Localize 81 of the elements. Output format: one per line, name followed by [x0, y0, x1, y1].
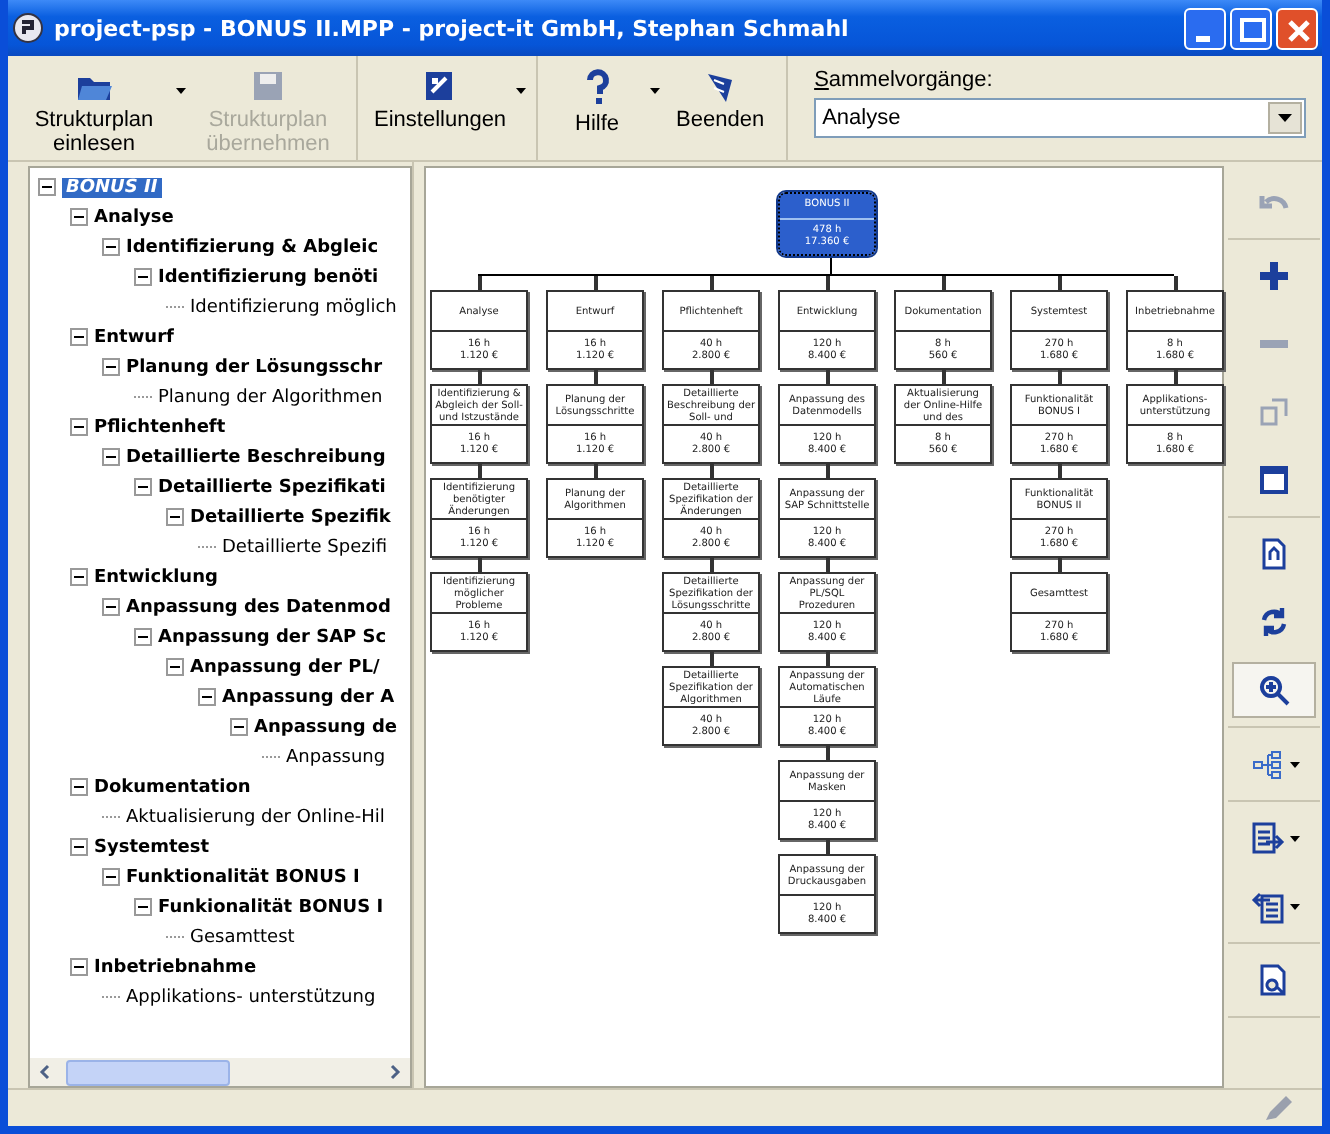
tree-item[interactable]: Anpassung der A	[222, 687, 395, 707]
tree-item[interactable]: Analyse	[94, 207, 174, 227]
collapse-icon[interactable]	[70, 778, 88, 796]
tree-item[interactable]: Anpassung der SAP Sc	[158, 627, 387, 647]
collapse-icon[interactable]	[134, 268, 152, 286]
collapse-icon[interactable]	[102, 868, 120, 886]
caret-icon	[516, 88, 527, 94]
tree-item[interactable]: Dokumentation	[94, 777, 251, 797]
tree-item[interactable]: Funktionalität BONUS I	[126, 867, 360, 887]
tree-item[interactable]: Planung der Lösungsschr	[126, 357, 383, 377]
minimize-button[interactable]	[1184, 7, 1226, 49]
tree-item[interactable]: Pflichtenheft	[94, 417, 226, 437]
preview-icon	[1256, 962, 1292, 998]
undo-icon	[1258, 192, 1290, 212]
collapse-icon[interactable]	[166, 658, 184, 676]
tree-item[interactable]: Systemtest	[94, 837, 210, 857]
tree-item[interactable]: Identifizierung möglich	[190, 297, 397, 317]
tree-item[interactable]: Detaillierte Spezifi	[222, 537, 388, 557]
tree-item[interactable]: Detaillierte Beschreibung	[126, 447, 386, 467]
collapse-icon[interactable]	[134, 628, 152, 646]
collapse-icon[interactable]	[70, 208, 88, 226]
collapse-icon[interactable]	[70, 418, 88, 436]
tree-item[interactable]: Funkionalität BONUS I	[158, 897, 384, 917]
pencil-icon	[1262, 1094, 1294, 1122]
window-icon	[1256, 462, 1292, 498]
dropdown-arrow-icon	[1278, 114, 1292, 122]
summary-dropdown[interactable]: Analyse	[814, 98, 1306, 138]
tree-item[interactable]: Gesamttest	[190, 927, 295, 947]
hierarchy-icon	[1249, 746, 1285, 782]
tree-item[interactable]: Applikations- unterstützung	[126, 987, 376, 1007]
window-title: project-psp - BONUS II.MPP - project-it GmbH, Stephan Schmahl	[54, 15, 849, 41]
summary-label: Sammelvorgänge:	[814, 68, 995, 92]
tree-item[interactable]: BONUS II	[62, 177, 162, 197]
close-button[interactable]	[1276, 7, 1318, 49]
collapse-icon[interactable]	[70, 958, 88, 976]
collapse-icon[interactable]	[70, 838, 88, 856]
zoom-icon	[1256, 672, 1292, 708]
toolbar-button[interactable]: Strukturplan einlesen	[16, 64, 186, 160]
tree-item[interactable]: Anpassung	[286, 747, 386, 767]
collapse-icon[interactable]	[102, 598, 120, 616]
collapse-icon[interactable]	[102, 448, 120, 466]
export-icon	[1249, 820, 1285, 856]
minimize-icon	[1196, 35, 1210, 41]
collapse-icon[interactable]	[38, 178, 56, 196]
collapse-icon[interactable]	[70, 328, 88, 346]
maximize-button[interactable]	[1230, 7, 1272, 49]
tree-item[interactable]: Anpassung de	[254, 717, 398, 737]
collapse-icon[interactable]	[70, 568, 88, 586]
tree-item[interactable]: Anpassung des Datenmod	[126, 597, 391, 617]
tree-item[interactable]: Anpassung der PL/	[190, 657, 380, 677]
tree-item[interactable]: Inbetriebnahme	[94, 957, 257, 977]
add-icon	[1256, 258, 1292, 294]
horizontal-scrollbar[interactable]	[30, 1058, 410, 1086]
tree-item[interactable]: Identifizierung benöti	[158, 267, 379, 287]
caret-icon	[1289, 903, 1299, 909]
toolbar-button[interactable]: Einstellungen	[368, 64, 527, 136]
refresh-icon	[1256, 604, 1292, 640]
tree-item[interactable]: Aktualisierung der Online-Hil	[126, 807, 385, 827]
collapse-icon[interactable]	[102, 358, 120, 376]
tree-item[interactable]: Planung der Algorithmen	[158, 387, 383, 407]
tree-item[interactable]: Detaillierte Spezifikati	[158, 477, 386, 497]
collapse-icon[interactable]	[102, 238, 120, 256]
caret-icon	[176, 88, 186, 94]
caret-icon	[1289, 835, 1299, 841]
collapse-icon[interactable]	[134, 478, 152, 496]
zoom-button[interactable]	[1232, 662, 1316, 718]
import-icon	[1249, 888, 1285, 924]
tree-item[interactable]: Entwurf	[94, 327, 174, 347]
collapse-icon[interactable]	[134, 898, 152, 916]
toolbar-button[interactable]: Beenden	[664, 64, 777, 136]
collapse-icon[interactable]	[166, 508, 184, 526]
caret-icon	[1289, 761, 1299, 767]
toolbar-button[interactable]: Hilfe	[548, 64, 661, 140]
remove-icon	[1260, 340, 1288, 348]
tree-item[interactable]: Identifizierung & Abgleic	[126, 237, 379, 257]
tree-item[interactable]: Detaillierte Spezifik	[190, 507, 391, 527]
app-icon	[12, 12, 44, 44]
collapse-icon[interactable]	[230, 718, 248, 736]
tree-item[interactable]: Entwicklung	[94, 567, 218, 587]
caret-icon	[650, 88, 661, 94]
collapse-icon[interactable]	[198, 688, 216, 706]
